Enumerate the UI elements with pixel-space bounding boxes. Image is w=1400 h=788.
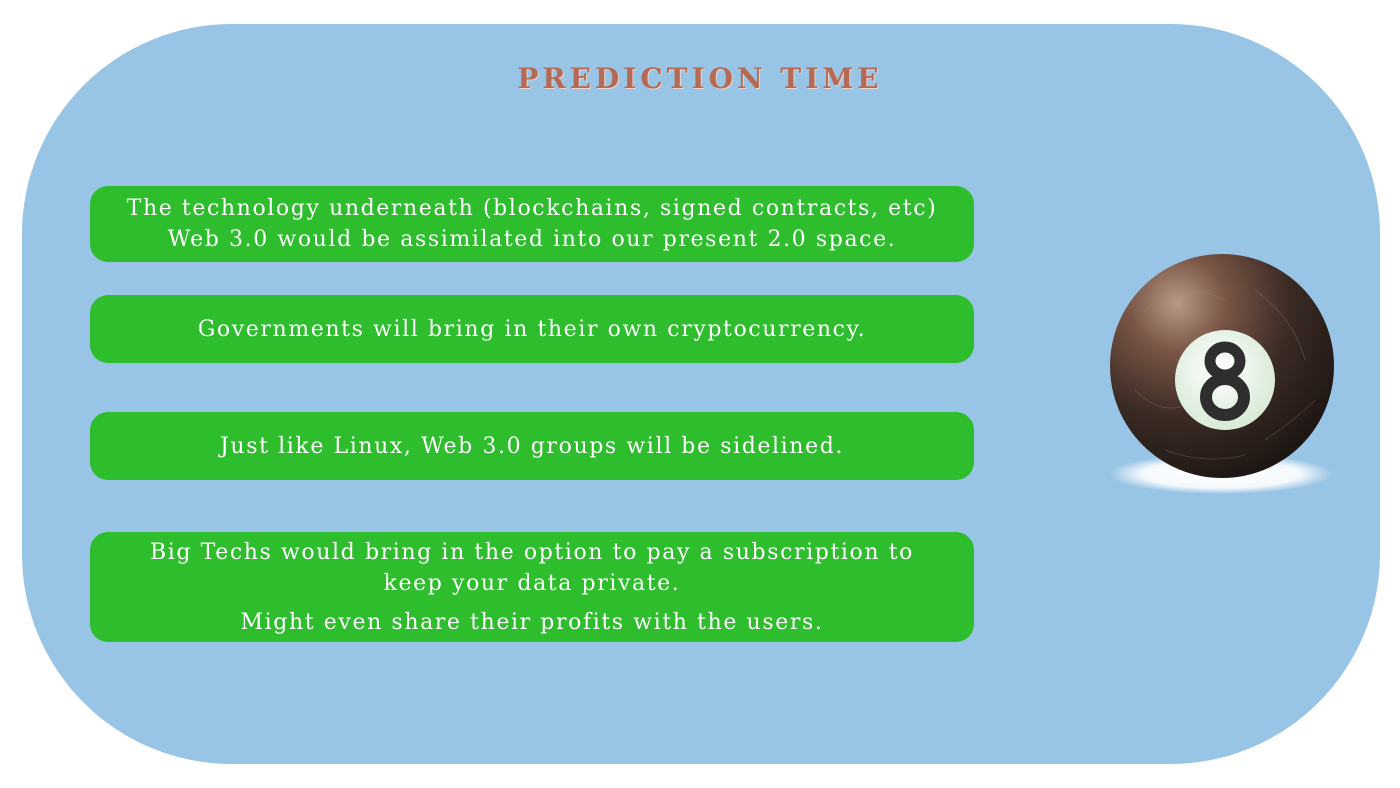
eight-ball-icon xyxy=(1105,250,1337,500)
prediction-2: Governments will bring in their own cryp… xyxy=(90,295,974,363)
prediction-1: The technology underneath (blockchains, … xyxy=(90,186,974,262)
prediction-4: Big Techs would bring in the option to p… xyxy=(90,532,974,642)
prediction-1-line-1: The technology underneath (blockchains, … xyxy=(126,196,938,221)
prediction-1-line-2: Web 3.0 would be assimilated into our pr… xyxy=(167,227,897,252)
prediction-4-line-2: keep your data private. xyxy=(383,570,681,596)
prediction-3-line-1: Just like Linux, Web 3.0 groups will be … xyxy=(220,433,844,459)
prediction-2-line-1: Governments will bring in their own cryp… xyxy=(197,316,867,342)
prediction-4-line-3: Might even share their profits with the … xyxy=(240,609,824,635)
prediction-3: Just like Linux, Web 3.0 groups will be … xyxy=(90,412,974,480)
prediction-4-line-1: Big Techs would bring in the option to p… xyxy=(149,539,915,565)
page-title: PREDICTION TIME xyxy=(517,62,883,95)
